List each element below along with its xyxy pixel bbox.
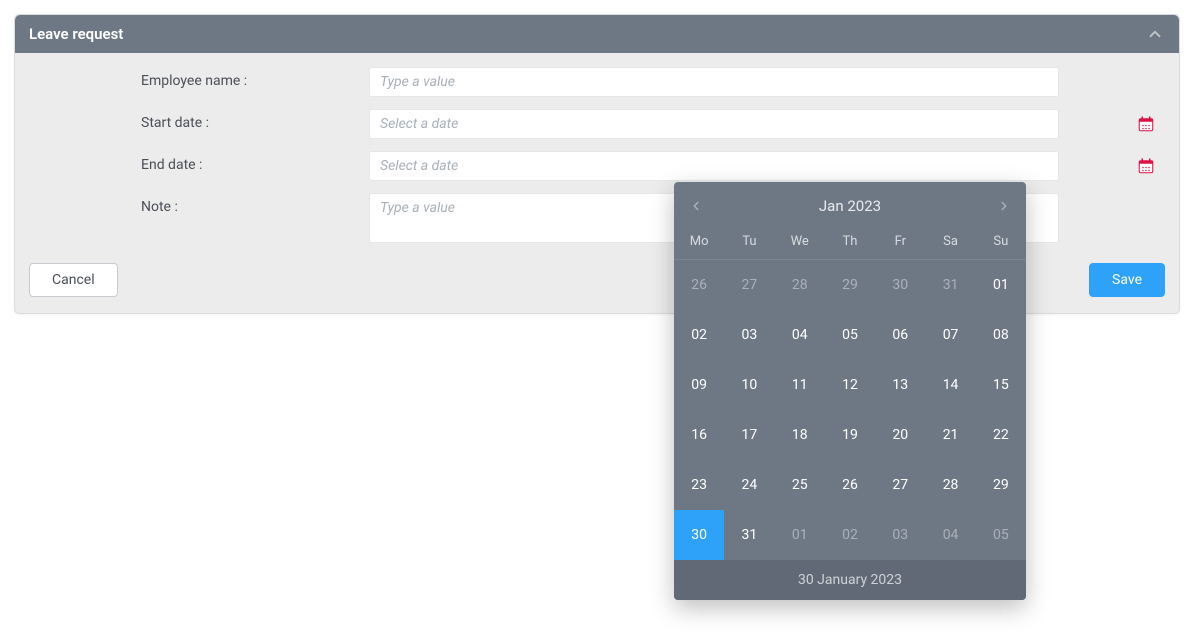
date-picker-day[interactable]: 22 [976,410,1026,460]
row-start-date: Start date : [29,109,1165,139]
start-date-input[interactable] [369,109,1059,139]
date-picker-day[interactable]: 13 [875,360,925,410]
next-month-icon[interactable] [992,194,1016,218]
date-picker-day[interactable]: 16 [674,410,724,460]
date-picker-day[interactable]: 23 [674,460,724,510]
date-picker-header: Jan 2023 [674,182,1026,222]
date-picker-dow: Mo [674,222,724,259]
date-picker-day[interactable]: 30 [875,260,925,310]
date-picker-dow: Th [825,222,875,259]
save-button[interactable]: Save [1089,263,1165,297]
date-picker-day[interactable]: 02 [825,510,875,560]
date-picker-dow: Sa [925,222,975,259]
label-end-date: End date : [29,151,369,173]
date-picker-dow-row: MoTuWeThFrSaSu [674,222,1026,259]
date-picker-day[interactable]: 03 [875,510,925,560]
row-employee-name: Employee name : [29,67,1165,97]
label-note: Note : [29,193,369,215]
label-employee-name: Employee name : [29,67,369,89]
date-picker-day[interactable]: 05 [825,310,875,360]
date-picker-day[interactable]: 28 [775,260,825,310]
end-date-input[interactable] [369,151,1059,181]
date-picker-day[interactable]: 30 [674,510,724,560]
label-start-date: Start date : [29,109,369,131]
date-picker-day[interactable]: 29 [825,260,875,310]
calendar-icon [1137,157,1155,175]
date-picker-day[interactable]: 09 [674,360,724,410]
date-picker-dow: Tu [724,222,774,259]
row-end-date: End date : [29,151,1165,181]
date-picker: Jan 2023 MoTuWeThFrSaSu 2627282930310102… [674,182,1026,600]
date-picker-day[interactable]: 27 [875,460,925,510]
date-picker-day[interactable]: 02 [674,310,724,360]
date-picker-day[interactable]: 07 [925,310,975,360]
date-picker-title[interactable]: Jan 2023 [819,197,881,215]
prev-month-icon[interactable] [684,194,708,218]
date-picker-day[interactable]: 01 [775,510,825,560]
date-picker-dow: Fr [875,222,925,259]
date-picker-day[interactable]: 26 [825,460,875,510]
cancel-button[interactable]: Cancel [29,263,118,297]
date-picker-day[interactable]: 20 [875,410,925,460]
date-picker-day[interactable]: 26 [674,260,724,310]
date-picker-day[interactable]: 24 [724,460,774,510]
date-picker-footer: 30 January 2023 [674,560,1026,600]
date-picker-day[interactable]: 19 [825,410,875,460]
date-picker-day[interactable]: 06 [875,310,925,360]
date-picker-day[interactable]: 08 [976,310,1026,360]
date-picker-day[interactable]: 25 [775,460,825,510]
employee-name-input[interactable] [369,67,1059,97]
date-picker-day[interactable]: 21 [925,410,975,460]
date-picker-day[interactable]: 03 [724,310,774,360]
date-picker-day[interactable]: 04 [925,510,975,560]
panel-title: Leave request [29,25,123,43]
calendar-icon [1137,115,1155,133]
date-picker-day[interactable]: 10 [724,360,774,410]
date-picker-day[interactable]: 29 [976,460,1026,510]
date-picker-day[interactable]: 12 [825,360,875,410]
date-picker-dow: Su [976,222,1026,259]
date-picker-day[interactable]: 01 [976,260,1026,310]
collapse-icon[interactable] [1145,24,1165,44]
date-picker-day[interactable]: 17 [724,410,774,460]
date-picker-day[interactable]: 28 [925,460,975,510]
date-picker-day[interactable]: 27 [724,260,774,310]
date-picker-dow: We [775,222,825,259]
date-picker-day[interactable]: 14 [925,360,975,410]
date-picker-day[interactable]: 31 [724,510,774,560]
date-picker-days-grid: 2627282930310102030405060708091011121314… [674,259,1026,560]
date-picker-day[interactable]: 18 [775,410,825,460]
panel-header: Leave request [15,15,1179,53]
date-picker-day[interactable]: 05 [976,510,1026,560]
date-picker-day[interactable]: 11 [775,360,825,410]
date-picker-day[interactable]: 15 [976,360,1026,410]
date-picker-day[interactable]: 04 [775,310,825,360]
date-picker-day[interactable]: 31 [925,260,975,310]
